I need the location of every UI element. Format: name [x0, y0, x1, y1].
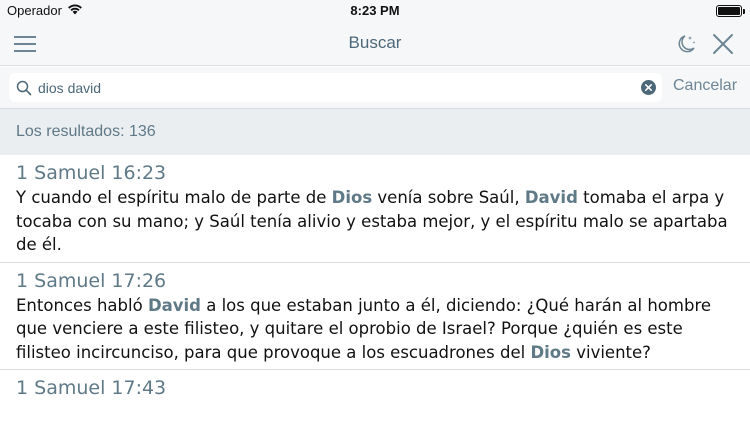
cancel-button[interactable]: Cancelar: [673, 77, 737, 95]
result-item[interactable]: 1 Samuel 17:43: [0, 370, 750, 406]
nav-bar: Buscar: [0, 22, 750, 66]
highlight-term: Dios: [530, 342, 571, 362]
search-box[interactable]: [9, 73, 662, 102]
result-item[interactable]: 1 Samuel 16:23 Y cuando el espíritu malo…: [0, 155, 750, 263]
search-input[interactable]: [38, 77, 618, 99]
results-list: 1 Samuel 16:23 Y cuando el espíritu malo…: [0, 155, 750, 406]
results-header: Los resultados: 136: [0, 109, 750, 155]
result-item[interactable]: 1 Samuel 17:26 Entonces habló David a lo…: [0, 262, 750, 370]
result-reference: 1 Samuel 17:26: [16, 269, 167, 292]
highlight-term: David: [524, 188, 578, 207]
search-icon: [16, 80, 32, 96]
result-reference: 1 Samuel 16:23: [16, 162, 167, 184]
result-reference: 1 Samuel 17:43: [16, 377, 167, 399]
highlight-term: David: [147, 295, 201, 315]
night-mode-button[interactable]: [674, 32, 698, 56]
result-text: Entonces habló David a los que estaban j…: [16, 295, 712, 362]
result-text: Y cuando el espíritu malo de parte de Di…: [16, 188, 728, 254]
page-title: Buscar: [348, 33, 402, 52]
moon-stars-icon: [678, 35, 696, 53]
close-button[interactable]: [711, 32, 735, 56]
search-bar: Cancelar: [0, 67, 750, 109]
status-bar: Operador 8:23 PM: [0, 0, 750, 22]
close-icon: [713, 34, 733, 54]
clear-icon: [645, 84, 652, 91]
highlight-term: Dios: [331, 188, 373, 207]
clear-search-button[interactable]: [641, 80, 656, 95]
battery-icon: [716, 5, 745, 17]
status-time: 8:23 PM: [350, 3, 400, 18]
results-count: Los resultados: 136: [16, 123, 156, 140]
